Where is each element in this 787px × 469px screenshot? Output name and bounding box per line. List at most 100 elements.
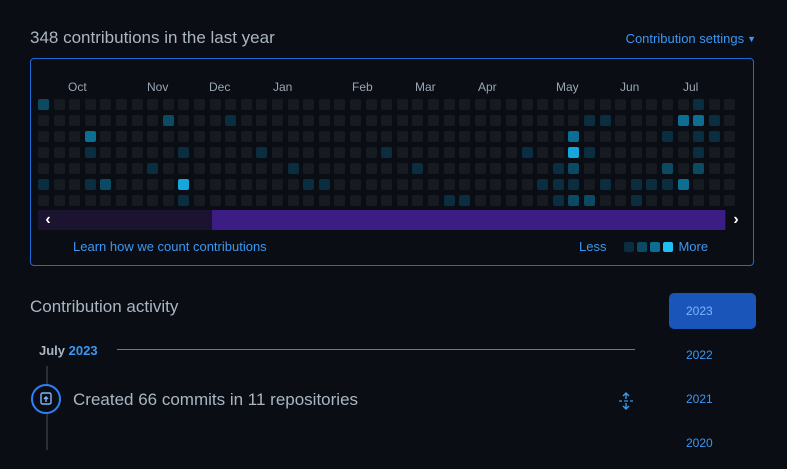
contribution-day[interactable] <box>38 131 49 142</box>
contribution-day[interactable] <box>69 147 80 158</box>
contribution-day[interactable] <box>568 99 579 110</box>
contribution-day[interactable] <box>490 195 501 206</box>
contribution-day[interactable] <box>366 179 377 190</box>
contribution-day[interactable] <box>709 163 720 174</box>
contribution-day[interactable] <box>210 115 221 126</box>
contribution-day[interactable] <box>100 115 111 126</box>
contribution-day[interactable] <box>537 163 548 174</box>
contribution-day[interactable] <box>163 147 174 158</box>
contribution-day[interactable] <box>85 163 96 174</box>
contribution-day[interactable] <box>678 179 689 190</box>
contribution-day[interactable] <box>475 115 486 126</box>
contribution-day[interactable] <box>568 195 579 206</box>
contribution-day[interactable] <box>85 179 96 190</box>
contribution-day[interactable] <box>241 163 252 174</box>
contribution-day[interactable] <box>54 147 65 158</box>
contribution-day[interactable] <box>38 147 49 158</box>
contribution-day[interactable] <box>709 131 720 142</box>
contribution-day[interactable] <box>38 99 49 110</box>
contribution-day[interactable] <box>210 179 221 190</box>
commit-summary[interactable]: Created 66 commits in 11 repositories <box>73 390 358 410</box>
contribution-day[interactable] <box>85 147 96 158</box>
contribution-day[interactable] <box>646 179 657 190</box>
contribution-day[interactable] <box>522 179 533 190</box>
contribution-day[interactable] <box>85 115 96 126</box>
contribution-day[interactable] <box>537 115 548 126</box>
contribution-day[interactable] <box>553 115 564 126</box>
contribution-day[interactable] <box>69 163 80 174</box>
contribution-day[interactable] <box>194 163 205 174</box>
contribution-day[interactable] <box>256 163 267 174</box>
contribution-day[interactable] <box>132 131 143 142</box>
contribution-day[interactable] <box>475 131 486 142</box>
contribution-day[interactable] <box>303 195 314 206</box>
contribution-day[interactable] <box>631 115 642 126</box>
contribution-day[interactable] <box>366 115 377 126</box>
contribution-day[interactable] <box>475 147 486 158</box>
contribution-day[interactable] <box>553 99 564 110</box>
contribution-day[interactable] <box>600 163 611 174</box>
contribution-day[interactable] <box>147 179 158 190</box>
contribution-day[interactable] <box>225 131 236 142</box>
contribution-day[interactable] <box>288 147 299 158</box>
contribution-day[interactable] <box>241 147 252 158</box>
contribution-day[interactable] <box>116 115 127 126</box>
contribution-day[interactable] <box>303 131 314 142</box>
contribution-day[interactable] <box>350 99 361 110</box>
contribution-day[interactable] <box>428 115 439 126</box>
contribution-day[interactable] <box>381 163 392 174</box>
contribution-day[interactable] <box>178 115 189 126</box>
contribution-day[interactable] <box>444 179 455 190</box>
contribution-day[interactable] <box>600 147 611 158</box>
contribution-day[interactable] <box>397 99 408 110</box>
contribution-day[interactable] <box>132 179 143 190</box>
contribution-day[interactable] <box>256 99 267 110</box>
contribution-day[interactable] <box>54 115 65 126</box>
contribution-day[interactable] <box>381 99 392 110</box>
contribution-day[interactable] <box>288 115 299 126</box>
contribution-day[interactable] <box>210 99 221 110</box>
contribution-day[interactable] <box>116 147 127 158</box>
contribution-day[interactable] <box>303 99 314 110</box>
learn-contributions-link[interactable]: Learn how we count contributions <box>73 239 267 254</box>
contribution-day[interactable] <box>194 115 205 126</box>
contribution-day[interactable] <box>178 163 189 174</box>
contribution-day[interactable] <box>54 195 65 206</box>
contribution-day[interactable] <box>459 195 470 206</box>
contribution-day[interactable] <box>210 147 221 158</box>
contribution-day[interactable] <box>693 131 704 142</box>
contribution-day[interactable] <box>678 131 689 142</box>
contribution-day[interactable] <box>319 179 330 190</box>
contribution-day[interactable] <box>522 99 533 110</box>
contribution-day[interactable] <box>615 179 626 190</box>
contribution-day[interactable] <box>303 115 314 126</box>
contribution-day[interactable] <box>662 163 673 174</box>
contribution-day[interactable] <box>69 115 80 126</box>
contribution-day[interactable] <box>319 131 330 142</box>
contribution-day[interactable] <box>116 131 127 142</box>
contribution-day[interactable] <box>600 99 611 110</box>
contribution-day[interactable] <box>178 179 189 190</box>
contribution-day[interactable] <box>69 131 80 142</box>
contribution-day[interactable] <box>646 131 657 142</box>
contribution-day[interactable] <box>116 99 127 110</box>
contribution-day[interactable] <box>100 99 111 110</box>
contribution-day[interactable] <box>303 147 314 158</box>
contribution-day[interactable] <box>584 163 595 174</box>
contribution-day[interactable] <box>288 163 299 174</box>
contribution-day[interactable] <box>678 163 689 174</box>
contribution-day[interactable] <box>100 131 111 142</box>
contribution-day[interactable] <box>475 163 486 174</box>
contribution-day[interactable] <box>147 147 158 158</box>
contribution-day[interactable] <box>38 195 49 206</box>
contribution-day[interactable] <box>506 99 517 110</box>
contribution-day[interactable] <box>288 179 299 190</box>
contribution-day[interactable] <box>662 115 673 126</box>
contribution-day[interactable] <box>693 115 704 126</box>
contribution-day[interactable] <box>132 99 143 110</box>
contribution-day[interactable] <box>147 99 158 110</box>
contribution-day[interactable] <box>537 147 548 158</box>
contribution-day[interactable] <box>662 179 673 190</box>
contribution-day[interactable] <box>428 179 439 190</box>
contribution-day[interactable] <box>693 195 704 206</box>
